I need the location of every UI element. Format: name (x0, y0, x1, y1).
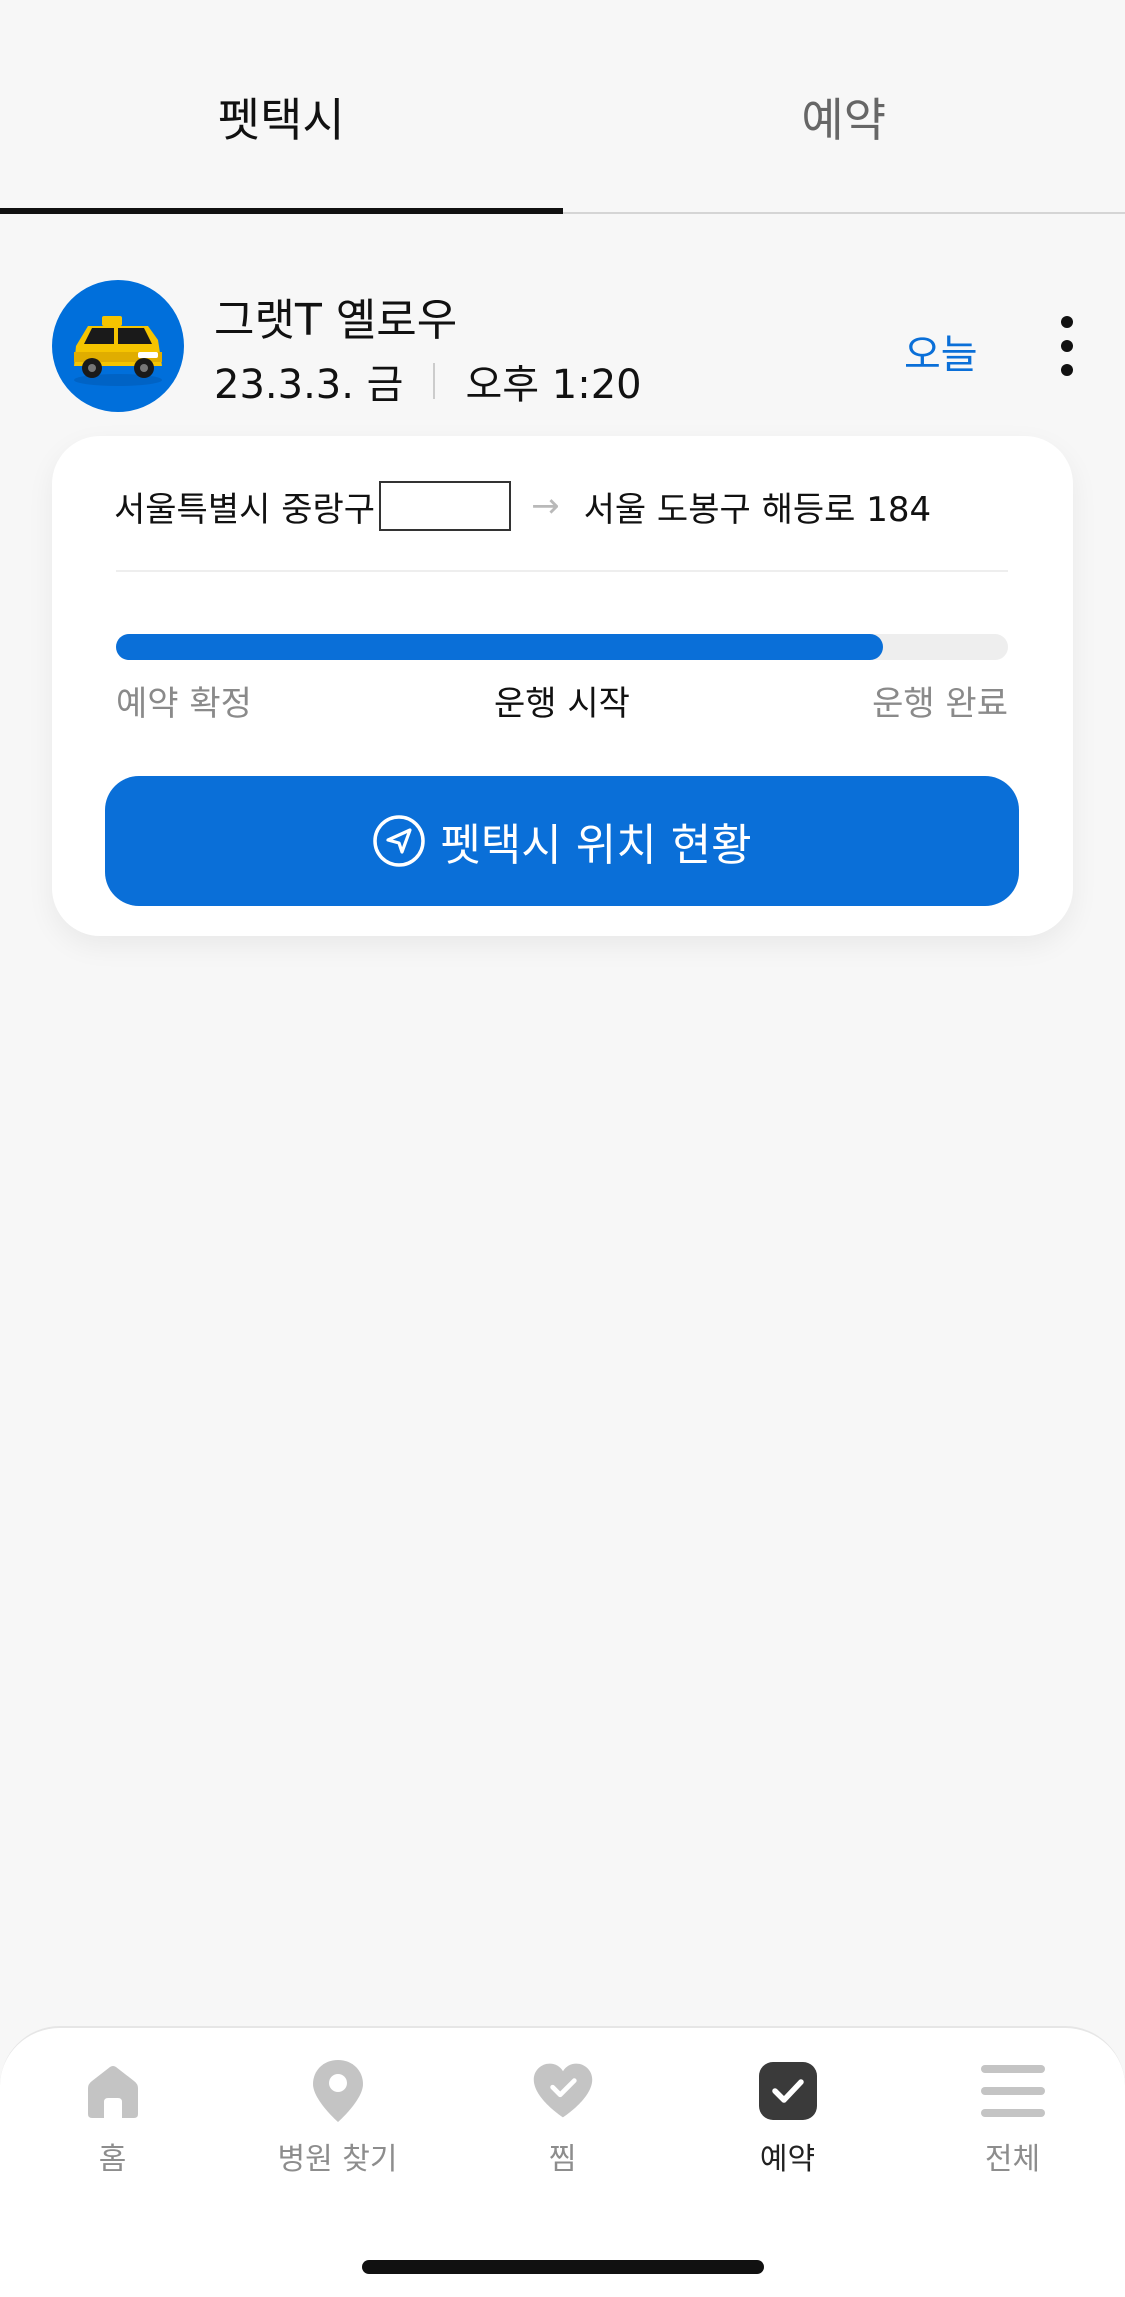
home-icon (80, 2058, 146, 2124)
nav-label: 병원 찾기 (277, 2142, 398, 2177)
ride-status-card: 서울특별시 중랑구 → 서울 도봉구 해등로 184 예약 확정 운행 시작 운… (52, 436, 1073, 936)
pet-taxi-location-button[interactable]: 펫택시 위치 현황 (105, 776, 1019, 906)
reservation-screen: 펫택시 예약 그랫T 옐로우 23.3.3. 금 오후 1:20 오늘 서울특별… (0, 0, 1125, 2297)
tab-underline (562, 212, 1125, 214)
nav-label: 전체 (984, 2142, 1041, 2177)
tab-bar: 펫택시 예약 (0, 0, 1125, 214)
ride-date: 23.3.3. 금 (214, 362, 404, 408)
checkbox-icon (755, 2058, 821, 2124)
arrow-right-icon: → (531, 486, 560, 526)
nav-label: 예약 (759, 2142, 816, 2177)
tab-pet-taxi[interactable]: 펫택시 (0, 0, 563, 214)
home-indicator[interactable] (362, 2260, 764, 2274)
progress-steps: 예약 확정 운행 시작 운행 완료 (116, 676, 1008, 726)
menu-icon (980, 2058, 1046, 2124)
ride-progress-fill (116, 634, 884, 660)
step-ride-completed: 운행 완료 (872, 684, 1008, 724)
navigation-arrow-icon (373, 815, 426, 867)
ride-datetime: 23.3.3. 금 오후 1:20 (214, 352, 642, 410)
nav-reservation[interactable]: 예약 (675, 2058, 900, 2208)
ride-time: 오후 1:20 (465, 362, 642, 408)
location-pin-icon (305, 2058, 371, 2124)
route: 서울특별시 중랑구 → 서울 도봉구 해등로 184 (114, 476, 931, 536)
ride-progress-bar (116, 634, 1008, 660)
nav-home[interactable]: 홈 (0, 2058, 225, 2208)
nav-all-menu[interactable]: 전체 (900, 2058, 1125, 2208)
ride-header: 그랫T 옐로우 23.3.3. 금 오후 1:20 오늘 (52, 280, 1073, 412)
bottom-nav: 홈 병원 찾기 찜 예약 전체 (0, 2026, 1125, 2297)
ride-title: 그랫T 옐로우 (214, 295, 458, 346)
step-reservation-confirmed: 예약 확정 (116, 684, 252, 724)
tab-active-indicator (0, 208, 563, 214)
meta-divider (433, 363, 436, 399)
more-options-icon[interactable] (1052, 316, 1082, 376)
tab-reservation[interactable]: 예약 (562, 0, 1125, 214)
route-destination: 서울 도봉구 해등로 184 (583, 489, 932, 530)
step-ride-started: 운행 시작 (494, 684, 630, 724)
today-label: 오늘 (904, 332, 978, 378)
route-origin: 서울특별시 중랑구 (114, 489, 376, 530)
nav-find-hospital[interactable]: 병원 찾기 (225, 2058, 450, 2208)
tab-label: 예약 (801, 93, 887, 147)
location-button-label: 펫택시 위치 현황 (440, 820, 752, 871)
nav-favorites[interactable]: 찜 (450, 2058, 675, 2208)
nav-label: 찜 (548, 2142, 577, 2177)
heart-check-icon (530, 2058, 596, 2124)
nav-label: 홈 (98, 2142, 127, 2177)
divider (116, 570, 1008, 572)
tab-label: 펫택시 (217, 93, 345, 147)
redacted-box (379, 481, 512, 531)
yellow-taxi-icon (52, 280, 184, 412)
